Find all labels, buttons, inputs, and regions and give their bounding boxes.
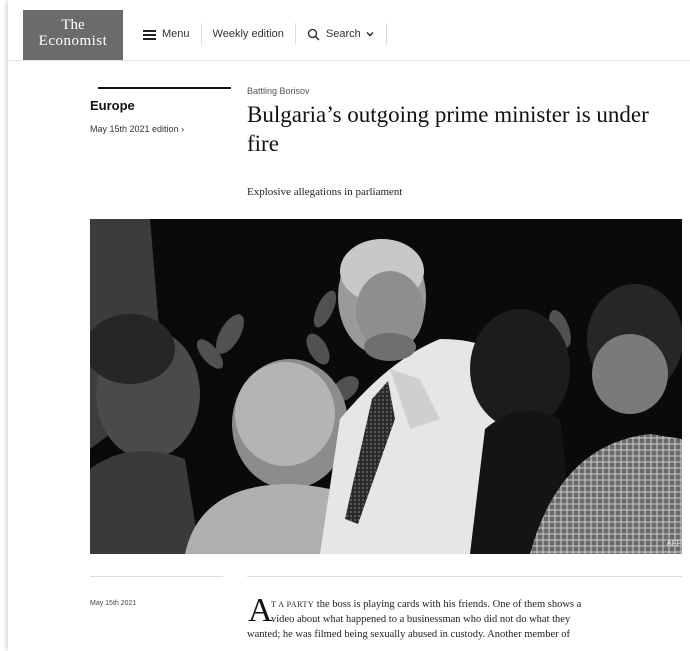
- article-photo: AFP: [90, 219, 682, 554]
- main-nav: Menu Weekly edition Search: [132, 22, 387, 46]
- menu-label: Menu: [162, 28, 190, 40]
- body-line-2: video about what happened to a businessm…: [271, 614, 571, 625]
- publication-date: May 15th 2021: [90, 600, 137, 607]
- logo-line-2: Economist: [38, 33, 108, 49]
- logo-line-1: The: [61, 17, 85, 33]
- menu-button[interactable]: Menu: [132, 22, 201, 46]
- date-rule: [90, 576, 223, 577]
- economist-logo[interactable]: The Economist: [23, 10, 123, 60]
- top-navigation-bar: The Economist Menu Weekly edition Search: [8, 0, 690, 61]
- body-rule: [247, 576, 682, 577]
- photo-credit: AFP: [666, 539, 682, 548]
- body-line-1: T A PARTY the boss is playing cards with…: [247, 597, 682, 612]
- edition-link[interactable]: May 15th 2021 edition ›: [90, 124, 184, 134]
- section-rule: [98, 87, 231, 89]
- weekly-edition-link[interactable]: Weekly edition: [202, 22, 295, 46]
- body-line-1-text: the boss is playing cards with his frien…: [314, 599, 582, 610]
- hamburger-icon: [143, 29, 156, 40]
- chevron-down-icon: [366, 32, 374, 37]
- article-rubric: Battling Borisov: [247, 86, 310, 96]
- nav-divider: [385, 23, 387, 45]
- body-line-3: wanted; he was filmed being sexually abu…: [247, 629, 570, 640]
- article-headline: Bulgaria’s outgoing prime minister is un…: [247, 102, 649, 156]
- photo-illustration: [90, 219, 682, 554]
- article-standfirst: Explosive allegations in parliament: [247, 186, 403, 198]
- section-link-europe[interactable]: Europe: [90, 98, 135, 113]
- search-label: Search: [325, 28, 361, 40]
- smallcaps-lead: T A PARTY: [271, 600, 315, 609]
- search-icon: [307, 28, 320, 40]
- weekly-edition-label: Weekly edition: [212, 28, 284, 40]
- article-body: T A PARTY the boss is playing cards with…: [247, 597, 682, 642]
- search-button[interactable]: Search: [296, 22, 386, 46]
